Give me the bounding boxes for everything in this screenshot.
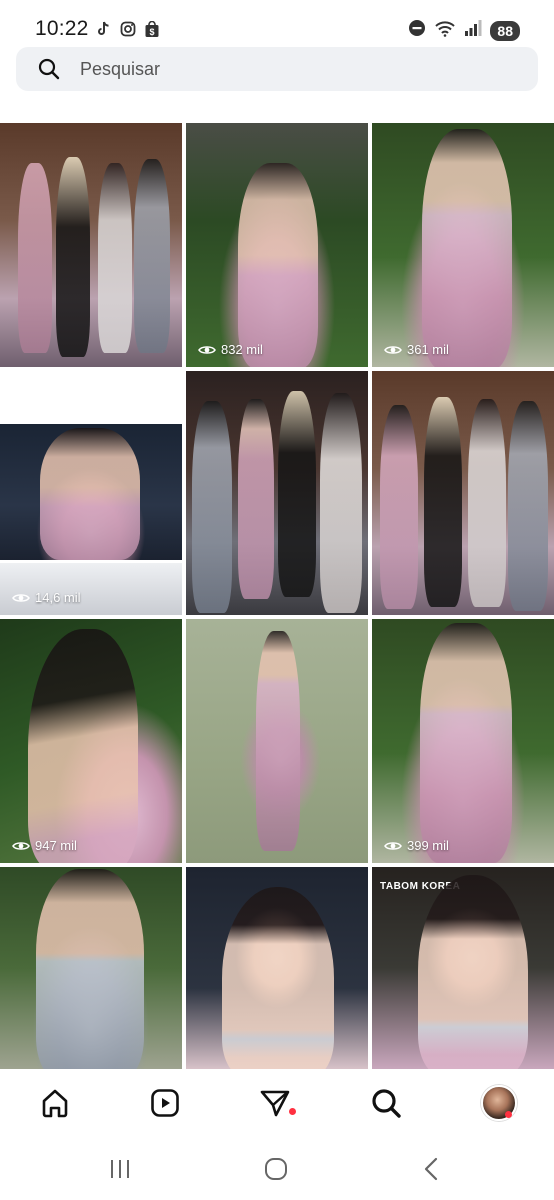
shopping-bag-icon: $ xyxy=(144,20,160,38)
explore-tile[interactable] xyxy=(372,371,554,615)
instagram-icon xyxy=(120,20,136,38)
explore-tile[interactable]: 399 mil xyxy=(372,619,554,863)
explore-tile[interactable] xyxy=(0,123,182,367)
explore-tile[interactable]: 361 mil xyxy=(372,123,554,367)
search-input[interactable] xyxy=(80,57,500,81)
home-circle-icon[interactable] xyxy=(263,1156,289,1182)
eye-icon xyxy=(384,841,402,850)
wifi-icon xyxy=(434,19,456,42)
signal-icon xyxy=(464,19,482,42)
status-time: 10:22 xyxy=(35,17,89,40)
explore-tile[interactable] xyxy=(186,619,368,863)
eye-icon xyxy=(198,345,216,354)
eye-icon xyxy=(12,841,30,850)
explore-tile[interactable]: 947 mil xyxy=(0,619,182,863)
explore-tile[interactable] xyxy=(186,371,368,615)
profile-notification-dot xyxy=(505,1111,512,1118)
explore-tile[interactable] xyxy=(186,867,368,1069)
home-icon[interactable] xyxy=(38,1086,72,1120)
do-not-disturb-icon xyxy=(408,19,426,42)
search-icon xyxy=(37,57,61,81)
search-bar[interactable] xyxy=(16,47,538,91)
view-count: 947 mil xyxy=(12,838,77,853)
status-left-icons: $ xyxy=(96,20,160,38)
bottom-nav xyxy=(0,1070,554,1136)
eye-icon xyxy=(12,593,30,602)
notification-dot xyxy=(289,1108,296,1115)
explore-tile[interactable] xyxy=(0,867,182,1069)
view-count: 14,6 mil xyxy=(12,590,81,605)
view-count: 399 mil xyxy=(384,838,449,853)
battery-indicator: 88 xyxy=(490,20,520,41)
svg-text:$: $ xyxy=(149,27,154,37)
direct-icon[interactable] xyxy=(258,1086,292,1120)
eye-icon xyxy=(384,345,402,354)
status-right-icons: 88 xyxy=(408,19,520,42)
system-nav xyxy=(0,1136,554,1200)
explore-tile[interactable]: 14,6 mil xyxy=(0,371,182,615)
tiktok-icon xyxy=(96,20,112,38)
view-count: 832 mil xyxy=(198,342,263,357)
status-bar: 10:22 $ 88 xyxy=(0,0,554,46)
back-icon[interactable] xyxy=(418,1156,444,1182)
reels-icon[interactable] xyxy=(148,1086,182,1120)
explore-tile[interactable]: TABOM KOREA xyxy=(372,867,554,1069)
view-count: 361 mil xyxy=(384,342,449,357)
explore-icon[interactable] xyxy=(369,1086,403,1120)
recents-icon[interactable] xyxy=(107,1156,133,1182)
explore-tile[interactable]: 832 mil xyxy=(186,123,368,367)
explore-grid: 832 mil 361 mil 14,6 mil 947 mil 399 mil… xyxy=(0,123,554,1069)
